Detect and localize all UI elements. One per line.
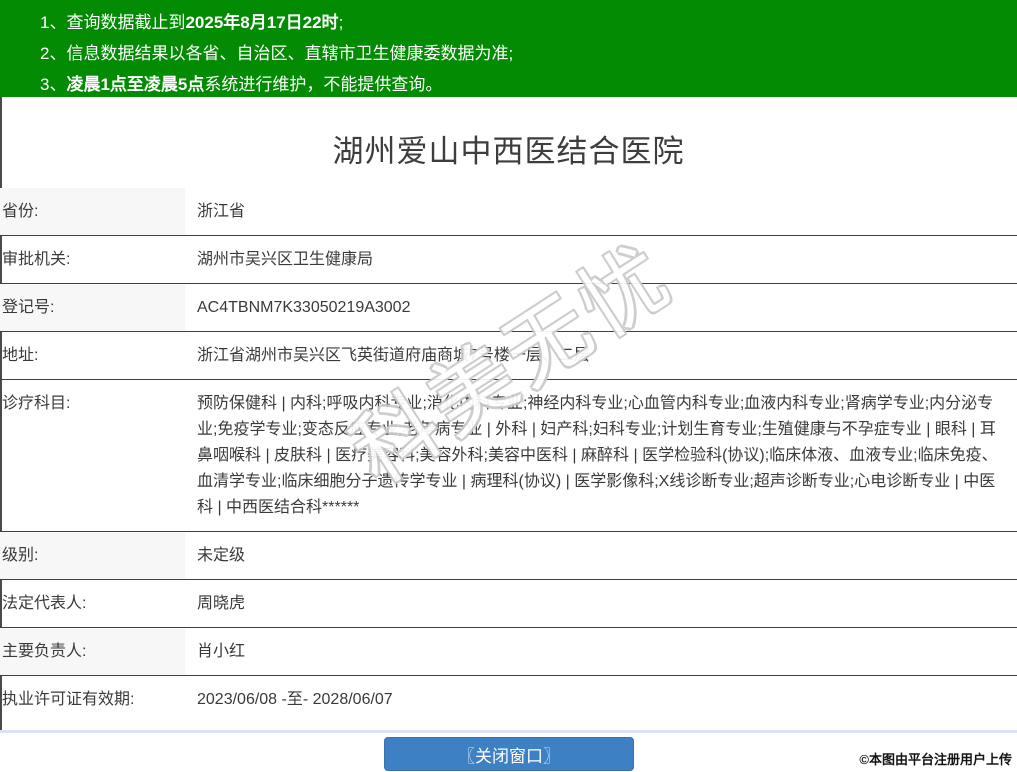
notice-text: ; [338, 13, 344, 32]
table-row-province: 省份: 浙江省 [0, 188, 1017, 236]
table-row-principal: 主要负责人: 肖小红 [0, 627, 1017, 676]
field-label: 省份: [0, 188, 185, 236]
field-value: 周晓虎 [197, 595, 246, 612]
page: 1、查询数据截止到2025年8月17日22时; 2、信息数据结果以各省、自治区、… [0, 0, 1017, 772]
table-row-registration-number: 登记号: AC4TBNM7K33050219A3002 [0, 283, 1017, 332]
notice-text: 1、查询数据截止到 [40, 13, 186, 32]
field-label: 法定代表人: [2, 595, 87, 612]
field-label: 级别: [0, 531, 185, 580]
field-value: 肖小红 [197, 643, 246, 660]
table-row-address: 地址: 浙江省湖州市吴兴区飞英街道府庙商城7号楼一层、二层 [0, 332, 1017, 380]
field-value: 湖州市吴兴区卫生健康局 [197, 251, 374, 268]
field-value: AC4TBNM7K33050219A3002 [197, 299, 411, 316]
table-row-legal-representative: 法定代表人: 周晓虎 [0, 580, 1017, 628]
table-row-approval-authority: 审批机关: 湖州市吴兴区卫生健康局 [0, 236, 1017, 284]
notice-banner: 1、查询数据截止到2025年8月17日22时; 2、信息数据结果以各省、自治区、… [0, 0, 1017, 97]
field-label: 诊疗科目: [2, 395, 71, 412]
notice-line-1: 1、查询数据截止到2025年8月17日22时; [40, 7, 1007, 38]
field-value: 预防保健科 | 内科;呼吸内科专业;消化内科专业;神经内科专业;心血管内科专业;… [197, 395, 998, 516]
upload-attribution-note: ©本图由平台注册用户上传 [859, 752, 1012, 767]
hospital-info-table: 省份: 浙江省 审批机关: 湖州市吴兴区卫生健康局 登记号: AC4TBNM7K… [0, 188, 1017, 723]
notice-text: 系统进行维护，不能提供查询。 [204, 75, 443, 94]
notice-line-2: 2、信息数据结果以各省、自治区、直辖市卫生健康委数据为准; [40, 38, 1007, 69]
footer-divider [0, 730, 1017, 733]
notice-text: 2、信息数据结果以各省、自治区、直辖市卫生健康委数据为准; [40, 44, 514, 63]
notice-text-bold: 2025年8月17日22时 [185, 13, 339, 32]
table-row-medical-departments: 诊疗科目: 预防保健科 | 内科;呼吸内科专业;消化内科专业;神经内科专业;心血… [0, 380, 1017, 532]
field-label: 地址: [2, 347, 39, 364]
hospital-title: 湖州爱山中西医结合医院 [332, 134, 685, 169]
field-value: 浙江省 [197, 203, 246, 220]
notice-text-bold: 凌晨1点至凌晨5点 [66, 75, 205, 94]
field-label: 执业许可证有效期: [2, 691, 135, 708]
close-window-button[interactable]: 〖关闭窗口〗 [384, 737, 634, 771]
field-value: 浙江省湖州市吴兴区飞英街道府庙商城7号楼一层、二层 [197, 347, 590, 364]
field-value: 未定级 [197, 547, 246, 564]
notice-text: 3、 [40, 75, 67, 94]
field-value: 2023/06/08 -至- 2028/06/07 [197, 691, 393, 708]
field-label: 登记号: [0, 283, 185, 332]
table-row-level: 级别: 未定级 [0, 531, 1017, 580]
table-row-license-validity: 执业许可证有效期: 2023/06/08 -至- 2028/06/07 [0, 676, 1017, 724]
notice-line-3: 3、凌晨1点至凌晨5点系统进行维护，不能提供查询。 [40, 69, 1007, 100]
field-label: 审批机关: [2, 251, 71, 268]
field-label: 主要负责人: [0, 627, 185, 676]
